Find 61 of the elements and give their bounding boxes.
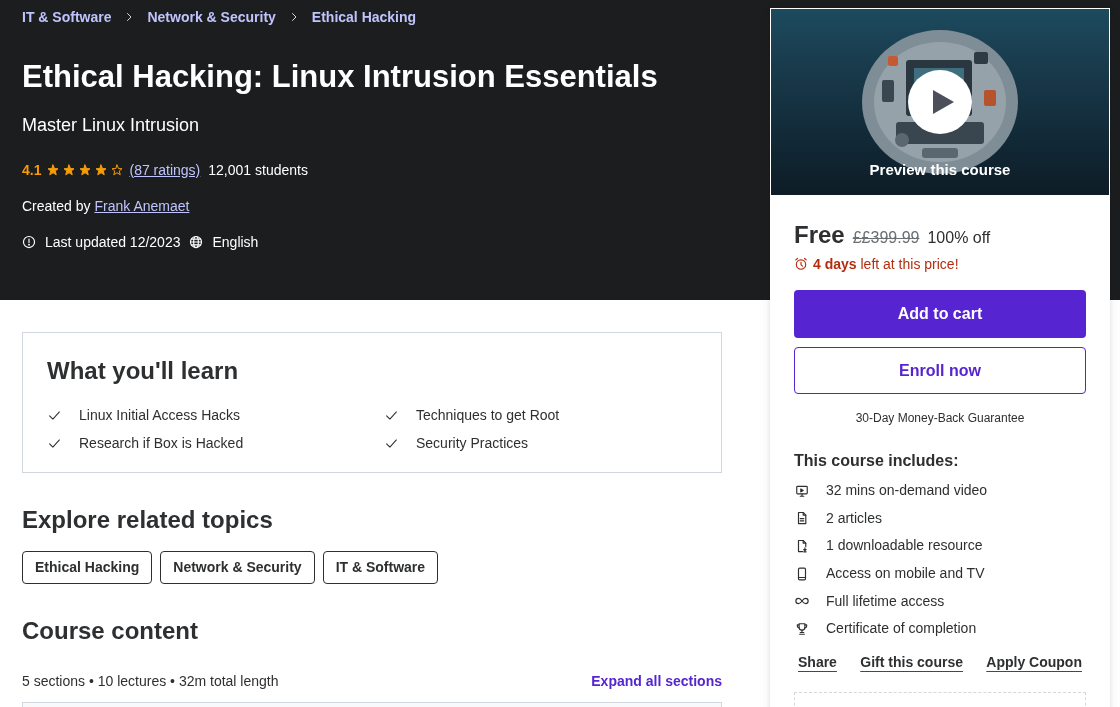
- alert-badge-icon: [22, 235, 36, 249]
- video-icon: [795, 483, 809, 498]
- star-icon: [63, 164, 76, 176]
- star-icon: [79, 164, 92, 176]
- learning-item: Security Practices: [416, 433, 529, 453]
- topic-tag[interactable]: IT & Software: [322, 551, 439, 584]
- file-download-icon: [795, 539, 809, 553]
- author-link[interactable]: Frank Anemaet: [94, 195, 190, 217]
- breadcrumb-link[interactable]: Ethical Hacking: [311, 6, 417, 28]
- action-link[interactable]: Apply Coupon: [986, 652, 1082, 674]
- action-link[interactable]: Gift this course: [860, 652, 963, 674]
- check-icon: [385, 408, 398, 422]
- rating-value: 4.1: [22, 160, 42, 180]
- enroll-now-button[interactable]: Enroll now: [794, 347, 1086, 394]
- add-to-cart-button[interactable]: Add to cart: [794, 290, 1086, 338]
- breadcrumb-link[interactable]: Network & Security: [147, 6, 276, 28]
- document-icon: [795, 511, 809, 526]
- course-title: Ethical Hacking: Linux Intrusion Essentials: [22, 59, 658, 95]
- trophy-icon: [795, 621, 809, 636]
- action-link[interactable]: Share: [798, 652, 837, 674]
- expand-all-link[interactable]: Expand all sections: [591, 670, 722, 692]
- section-heading: What you'll learn: [47, 356, 239, 386]
- guarantee-note: 30-Day Money-Back Guarantee: [855, 410, 1025, 426]
- star-outline-icon: [111, 164, 124, 176]
- course-subtitle: Master Linux Intrusion: [22, 114, 200, 137]
- include-item: 2 articles: [826, 508, 883, 528]
- discount: 100% off: [927, 228, 991, 248]
- include-item: 32 mins on-demand video: [826, 481, 988, 501]
- topic-tag[interactable]: Ethical Hacking: [22, 551, 153, 584]
- include-item: 1 downloadable resource: [826, 536, 983, 556]
- check-icon: [48, 408, 61, 422]
- learning-item: Research if Box is Hacked: [79, 433, 244, 453]
- section-heading: Explore related topics: [22, 505, 273, 535]
- price: Free: [794, 220, 845, 250]
- star-icon: [95, 164, 108, 176]
- star-icon: [47, 164, 60, 176]
- check-icon: [48, 436, 61, 450]
- phone-icon: [795, 566, 809, 581]
- course-preview-image[interactable]: Preview this course: [771, 9, 1109, 195]
- ratings-link[interactable]: (87 ratings): [129, 159, 201, 181]
- deadline-note: 4 days left at this price!: [813, 254, 959, 274]
- topic-tag[interactable]: Network & Security: [160, 551, 315, 584]
- include-item: Certificate of completion: [826, 619, 977, 639]
- learning-item: Techniques to get Root: [416, 405, 560, 425]
- last-updated: Last updated 12/2023: [45, 232, 181, 252]
- includes-heading: This course includes:: [794, 451, 959, 471]
- learning-item: Linux Initial Access Hacks: [79, 405, 241, 425]
- content-summary: 5 sections • 10 lectures • 32m total length: [22, 671, 279, 691]
- course-language: English: [212, 232, 259, 252]
- play-button-icon[interactable]: [908, 70, 972, 134]
- include-item: Full lifetime access: [826, 591, 945, 611]
- preview-label: Preview this course: [868, 160, 1012, 180]
- original-price: ££399.99: [852, 228, 920, 248]
- globe-icon: [189, 235, 204, 249]
- breadcrumb-link[interactable]: IT & Software: [22, 6, 112, 28]
- check-icon: [385, 436, 398, 450]
- section-heading: Course content: [22, 616, 198, 646]
- include-item: Access on mobile and TV: [826, 564, 985, 584]
- created-by-label: Created by: [22, 196, 91, 216]
- student-count: 12,001 students: [208, 160, 308, 180]
- alarm-clock-icon: [794, 257, 808, 271]
